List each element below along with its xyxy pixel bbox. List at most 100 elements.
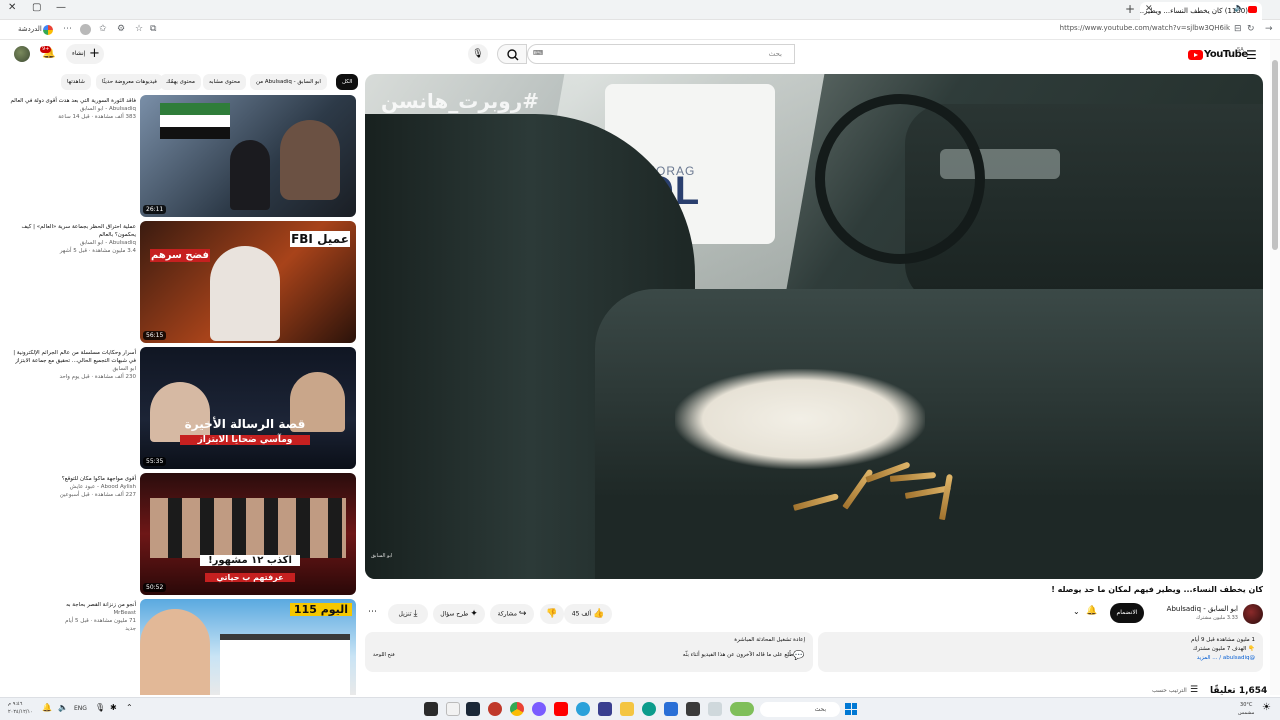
open-panel-button[interactable]: فتح اللوحة <box>373 652 395 658</box>
app-icon[interactable] <box>424 702 438 716</box>
microphone-icon[interactable]: 🎙 <box>95 703 105 712</box>
rec-info[interactable]: أقوى مواجهة ماكوا مكان للتوقع؟ Abood Ayl… <box>8 475 136 499</box>
rec-thumbnail[interactable]: اكذب ١٢ مشهور! عرفتهم ب حياتي 50:52 <box>140 473 356 595</box>
notepad-icon[interactable] <box>446 702 460 716</box>
app-icon[interactable] <box>708 702 722 716</box>
video-duration: 26:11 <box>143 205 167 214</box>
chrome-icon[interactable] <box>510 702 524 716</box>
rec-meta: 383 ألف مشاهدة · قبل 14 ساعة <box>58 114 136 120</box>
page-scrollbar[interactable] <box>1270 40 1280 695</box>
rec-info[interactable]: فاقد الثورة السورية التي بعد هدت أقوى دو… <box>8 97 137 121</box>
steam-icon[interactable] <box>466 702 480 716</box>
more-menu-icon[interactable]: ⋯ <box>63 24 72 34</box>
telegram-icon[interactable] <box>576 702 590 716</box>
chip-all[interactable]: الكل <box>336 74 359 90</box>
channel-name[interactable]: ابو السابق - Abulsadiq <box>1150 605 1238 613</box>
channel-avatar[interactable] <box>1243 604 1263 624</box>
sort-label[interactable]: الترتيب حسب <box>1152 687 1187 694</box>
chat-extension-label[interactable]: الدردشة <box>18 25 42 33</box>
video-player[interactable]: ANCHORAG POL #روبرت_هانسن ابو السابق <box>365 74 1263 579</box>
maximize-window-icon[interactable]: ▢ <box>32 2 41 13</box>
favorite-icon[interactable]: ☆ <box>135 24 143 34</box>
widget-icon[interactable] <box>730 702 754 716</box>
join-button[interactable]: الانضمام <box>1110 603 1144 623</box>
language-indicator[interactable]: ENG <box>74 705 87 712</box>
more-actions-icon[interactable]: ⋯ <box>368 607 377 617</box>
chevron-up-icon[interactable]: ⌃ <box>126 703 133 712</box>
youtube-favicon-icon <box>1248 6 1257 13</box>
rec-info[interactable]: أنجو من زنزانة القصر بحاجة به MrBeast 71… <box>8 601 136 633</box>
minimize-window-icon[interactable]: — <box>56 2 66 13</box>
chevron-down-icon[interactable]: ⌄ <box>1073 607 1080 616</box>
subscriber-count: 3.33 مليون مشترك <box>1196 615 1238 621</box>
rec-thumbnail[interactable]: 26:11 <box>140 95 356 217</box>
ask-button[interactable]: طرح سؤال ✦ <box>433 604 485 624</box>
thumbnail-text: فضح سرهم <box>150 249 210 262</box>
share-button[interactable]: مشاركة ↪ <box>490 604 534 624</box>
new-tab-icon[interactable]: + <box>1125 2 1135 16</box>
microphone-button[interactable]: 🎙 <box>468 44 488 64</box>
url-text[interactable]: https://www.youtube.com/watch?v=sjlbw3QH… <box>1040 24 1230 32</box>
description-goal: 👇 الهدف 7 مليون مشترك <box>1192 646 1255 652</box>
collections-icon[interactable]: ✩ <box>99 24 107 34</box>
search-input[interactable]: بحث <box>527 44 795 64</box>
close-window-icon[interactable]: ✕ <box>8 2 16 13</box>
description-more[interactable]: @abulsadiq / ... المزيد <box>826 654 1255 663</box>
rec-thumbnail[interactable]: قصة الرسالة الأخيرة ومآسي ضحايا الابتزاز… <box>140 347 356 469</box>
taskbar-clock[interactable]: ٩:٤٦ م ٢٠٢٤/١٢/١٠ <box>8 700 33 716</box>
copilot-icon[interactable] <box>43 25 53 35</box>
like-button[interactable]: 45 ألف 👍 <box>564 604 612 624</box>
weather-widget[interactable]: 30°C مشمس <box>1238 701 1254 717</box>
windows-start-icon[interactable] <box>845 703 857 715</box>
forward-icon[interactable]: → <box>1265 24 1273 34</box>
create-button[interactable]: إنشاء + <box>66 44 104 64</box>
app-icon[interactable] <box>488 702 502 716</box>
split-view-icon[interactable]: ⧉ <box>150 24 156 34</box>
windows-taskbar: ٩:٤٦ م ٢٠٢٤/١٢/١٠ 🔔 🔈 ENG 🎙 ✱ ⌃ بحث 30°C… <box>0 697 1280 720</box>
tab-close-icon[interactable]: ✕ <box>1145 4 1153 14</box>
chip-from-channel[interactable]: من Abulsadiq - ابو السابق <box>250 74 327 90</box>
chip-for-you[interactable]: محتوى يهمّك <box>160 74 201 90</box>
rec-info[interactable]: عملية احتراق الحظر بجماعة سرية «العالم» … <box>8 223 136 255</box>
search-button[interactable] <box>497 44 527 64</box>
app-icon[interactable] <box>532 702 546 716</box>
dislike-button[interactable]: 👎 <box>540 604 564 624</box>
person-figure <box>140 609 210 695</box>
settings-icon[interactable]: ✱ <box>110 703 117 712</box>
extensions-icon[interactable]: ⚙ <box>117 24 125 34</box>
file-explorer-icon[interactable] <box>620 702 634 716</box>
sort-icon[interactable]: ☰ <box>1190 685 1198 695</box>
app-icon[interactable] <box>598 702 612 716</box>
reload-icon[interactable]: ↻ <box>1247 24 1255 34</box>
rec-title: عملية احتراق الحظر بجماعة سرية «العالم» … <box>21 224 136 238</box>
chip-similar[interactable]: محتوى مشابه <box>203 74 247 90</box>
taskbar-search[interactable]: بحث <box>760 702 840 717</box>
chip-recently-uploaded[interactable]: فيديوهات معروضة حديثًا <box>96 74 163 90</box>
keyboard-icon[interactable]: ⌨ <box>533 49 543 57</box>
volume-icon[interactable]: 🔈 <box>58 703 68 712</box>
browser-profile-avatar[interactable] <box>80 24 91 35</box>
rec-info[interactable]: أسرار وحكايات مسلسلة من عالم الجرائم الإ… <box>8 349 136 381</box>
app-icon[interactable] <box>686 702 700 716</box>
user-avatar[interactable] <box>14 46 30 62</box>
subscription-bell-icon[interactable]: 🔔 <box>1086 606 1097 616</box>
description-box[interactable]: 1 مليون مشاهدة قبل 9 أيام 👇 الهدف 7 مليو… <box>818 632 1263 672</box>
gloves <box>675 369 925 469</box>
address-bar[interactable]: https://www.youtube.com/watch?v=sjlbw3QH… <box>0 20 1280 40</box>
youtube-icon[interactable] <box>554 702 568 716</box>
app-icon[interactable] <box>664 702 678 716</box>
site-info-icon[interactable]: ⊟ <box>1234 24 1242 34</box>
edge-icon[interactable] <box>642 702 656 716</box>
notification-center-icon[interactable]: 🔔 <box>42 703 52 712</box>
rec-title: أقوى مواجهة ماكوا مكان للتوقع؟ <box>61 476 136 482</box>
search-icon <box>507 49 519 61</box>
rec-thumbnail[interactable]: عميل FBI فضح سرهم 56:15 <box>140 221 356 343</box>
youtube-logo[interactable]: YouTube SA <box>1188 47 1248 61</box>
scrollbar-thumb[interactable] <box>1272 60 1278 250</box>
rec-title: أنجو من زنزانة القصر بحاجة به <box>66 602 136 608</box>
download-button[interactable]: تنزيل ⤓ <box>388 604 428 624</box>
speaker-icon[interactable]: 🔈 <box>1234 3 1244 12</box>
rec-thumbnail[interactable]: اليوم 115 <box>140 599 356 695</box>
chip-watched[interactable]: شاهدتها <box>61 74 91 90</box>
sparkle-icon: ✦ <box>470 609 478 619</box>
